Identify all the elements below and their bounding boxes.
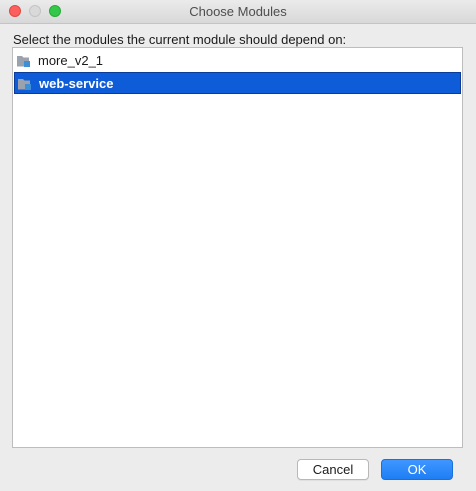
list-item-module[interactable]: more_v2_1	[14, 50, 461, 72]
ok-button[interactable]: OK	[381, 459, 453, 480]
dialog-prompt: Select the modules the current module sh…	[13, 32, 347, 47]
module-folder-icon	[16, 54, 32, 68]
title-bar[interactable]: Choose Modules	[0, 0, 476, 24]
cancel-button[interactable]: Cancel	[297, 459, 369, 480]
module-folder-icon	[17, 77, 33, 91]
choose-modules-dialog: Choose Modules Select the modules the cu…	[0, 0, 476, 491]
window-title: Choose Modules	[189, 4, 287, 19]
module-list[interactable]: more_v2_1 web-service	[12, 47, 463, 448]
module-label: more_v2_1	[38, 53, 104, 68]
list-item-module-selected[interactable]: web-service	[14, 72, 461, 94]
module-label: web-service	[39, 76, 114, 91]
